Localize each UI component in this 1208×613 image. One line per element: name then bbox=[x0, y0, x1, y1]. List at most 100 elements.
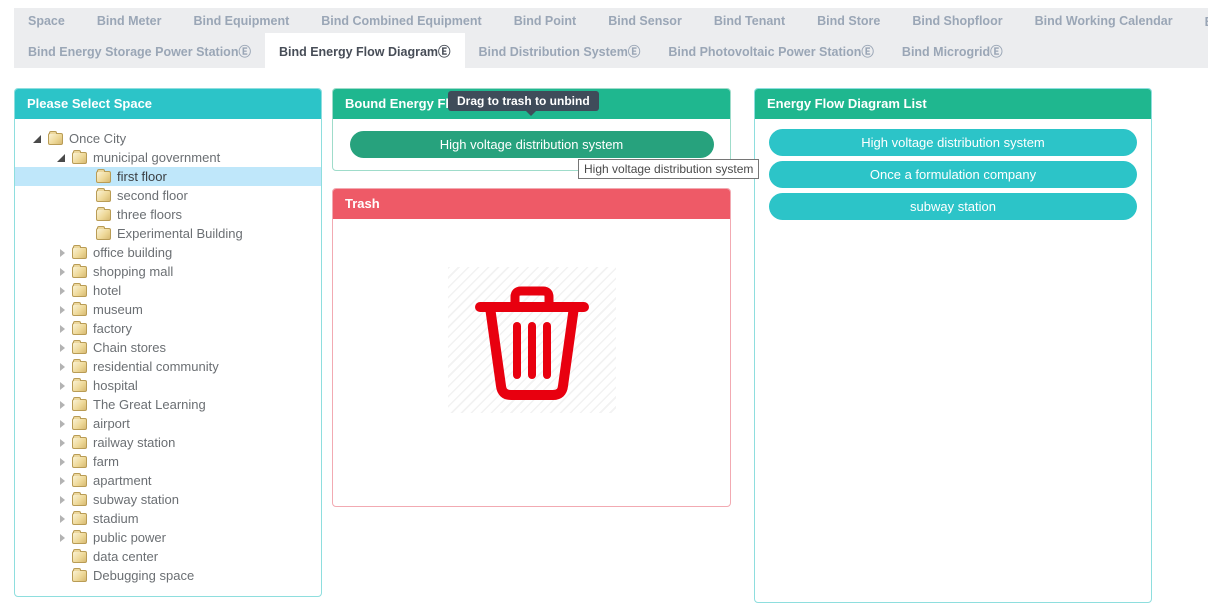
tree-toggle[interactable] bbox=[55, 287, 69, 295]
tab-bind-energy-flow-diagram[interactable]: Bind Energy Flow DiagramⒺ bbox=[265, 33, 465, 68]
tab-bind-microgrid[interactable]: Bind MicrogridⒺ bbox=[888, 33, 1017, 68]
tree-item-office-building[interactable]: office building bbox=[15, 243, 321, 262]
folder-icon bbox=[72, 475, 87, 487]
tab-bind-sensor[interactable]: Bind Sensor bbox=[598, 8, 692, 33]
tab-bind-tenant[interactable]: Bind Tenant bbox=[704, 8, 795, 33]
tree-toggle[interactable] bbox=[55, 154, 69, 162]
folder-icon bbox=[72, 456, 87, 468]
tree-item-once-city[interactable]: Once City bbox=[15, 129, 321, 148]
tree-item-apartment[interactable]: apartment bbox=[15, 471, 321, 490]
tree-item-shopping-mall[interactable]: shopping mall bbox=[15, 262, 321, 281]
tab-bind-shopfloor[interactable]: Bind Shopfloor bbox=[902, 8, 1012, 33]
tab-bar: Space Bind Meter Bind Equipment Bind Combin… bbox=[14, 8, 1208, 68]
tree-item-label: shopping mall bbox=[93, 264, 173, 279]
tree-item-chain-stores[interactable]: Chain stores bbox=[15, 338, 321, 357]
tab-bind-equipment[interactable]: Bind Equipment bbox=[183, 8, 299, 33]
tree-item-label: office building bbox=[93, 245, 172, 260]
space-panel: Please Select Space Once Citymunicipal g… bbox=[14, 88, 322, 597]
tree-item-label: The Great Learning bbox=[93, 397, 206, 412]
folder-icon bbox=[72, 152, 87, 164]
diagram-subway-station[interactable]: subway station bbox=[769, 193, 1137, 220]
chevron-collapsed-icon bbox=[60, 401, 65, 409]
chevron-collapsed-icon bbox=[60, 325, 65, 333]
middle-column: Bound Energy Flow Diagram High voltage d… bbox=[332, 88, 731, 508]
folder-icon bbox=[72, 285, 87, 297]
tree-toggle[interactable] bbox=[55, 249, 69, 257]
tree-item-first-floor[interactable]: first floor bbox=[15, 167, 321, 186]
tree-item-subway-station[interactable]: subway station bbox=[15, 490, 321, 509]
tree-toggle[interactable] bbox=[55, 268, 69, 276]
tree-item-hospital[interactable]: hospital bbox=[15, 376, 321, 395]
tree-item-farm[interactable]: farm bbox=[15, 452, 321, 471]
tree-item-hotel[interactable]: hotel bbox=[15, 281, 321, 300]
folder-icon bbox=[72, 494, 87, 506]
tree-toggle[interactable] bbox=[55, 325, 69, 333]
hover-tooltip: High voltage distribution system bbox=[578, 159, 759, 179]
bound-diagram-high-voltage-distribution-system[interactable]: High voltage distribution system bbox=[350, 131, 714, 158]
tree-item-airport[interactable]: airport bbox=[15, 414, 321, 433]
chevron-collapsed-icon bbox=[60, 249, 65, 257]
tab-bind-working-calendar[interactable]: Bind Working Calendar bbox=[1025, 8, 1183, 33]
tab-bind-energy-storage-power-station[interactable]: Bind Energy Storage Power StationⒺ bbox=[14, 33, 265, 68]
folder-icon bbox=[96, 171, 111, 183]
tab-bind-photovoltaic-power-station[interactable]: Bind Photovoltaic Power StationⒺ bbox=[654, 33, 888, 68]
diagram-once-a-formulation-company[interactable]: Once a formulation company bbox=[769, 161, 1137, 188]
tab-bind-point[interactable]: Bind Point bbox=[504, 8, 587, 33]
tree-toggle[interactable] bbox=[55, 420, 69, 428]
tree-toggle[interactable] bbox=[55, 534, 69, 542]
tree-item-public-power[interactable]: public power bbox=[15, 528, 321, 547]
tree-item-factory[interactable]: factory bbox=[15, 319, 321, 338]
tab-bind-meter[interactable]: Bind Meter bbox=[87, 8, 172, 33]
tree-toggle[interactable] bbox=[55, 458, 69, 466]
tree-toggle[interactable] bbox=[55, 496, 69, 504]
tree-item-label: hospital bbox=[93, 378, 138, 393]
tree-toggle[interactable] bbox=[31, 135, 45, 143]
tree-item-three-floors[interactable]: three floors bbox=[15, 205, 321, 224]
tab-bind-distribution-system[interactable]: Bind Distribution SystemⒺ bbox=[465, 33, 655, 68]
tree-toggle[interactable] bbox=[55, 363, 69, 371]
diagram-high-voltage-distribution-system[interactable]: High voltage distribution system bbox=[769, 129, 1137, 156]
tree-item-label: stadium bbox=[93, 511, 139, 526]
tree-toggle[interactable] bbox=[55, 382, 69, 390]
chevron-collapsed-icon bbox=[60, 515, 65, 523]
tab-bind-combined-equipment[interactable]: Bind Combined Equipment bbox=[311, 8, 491, 33]
tree-item-municipal-government[interactable]: municipal government bbox=[15, 148, 321, 167]
trash-drop-zone[interactable] bbox=[333, 219, 730, 507]
tree-item-label: museum bbox=[93, 302, 143, 317]
tree-toggle[interactable] bbox=[55, 515, 69, 523]
space-panel-title: Please Select Space bbox=[15, 89, 321, 119]
tree-item-label: Chain stores bbox=[93, 340, 166, 355]
tab-space[interactable]: Space bbox=[18, 8, 75, 33]
chevron-collapsed-icon bbox=[60, 534, 65, 542]
trash-icon bbox=[466, 274, 598, 406]
tree-toggle[interactable] bbox=[55, 344, 69, 352]
tree-item-the-great-learning[interactable]: The Great Learning bbox=[15, 395, 321, 414]
tab-bind-store[interactable]: Bind Store bbox=[807, 8, 890, 33]
tree-item-label: hotel bbox=[93, 283, 121, 298]
tree-item-stadium[interactable]: stadium bbox=[15, 509, 321, 528]
tree-item-label: data center bbox=[93, 549, 158, 564]
tree-toggle[interactable] bbox=[55, 306, 69, 314]
chevron-collapsed-icon bbox=[60, 306, 65, 314]
chevron-collapsed-icon bbox=[60, 363, 65, 371]
tree-item-museum[interactable]: museum bbox=[15, 300, 321, 319]
bound-items: High voltage distribution system bbox=[333, 131, 730, 158]
tree-toggle[interactable] bbox=[55, 477, 69, 485]
tree-item-label: public power bbox=[93, 530, 166, 545]
tree-item-debugging-space[interactable]: Debugging space bbox=[15, 566, 321, 585]
tree-item-experimental-building[interactable]: Experimental Building bbox=[15, 224, 321, 243]
tree-item-label: factory bbox=[93, 321, 132, 336]
tree-item-data-center[interactable]: data center bbox=[15, 547, 321, 566]
chevron-collapsed-icon bbox=[60, 268, 65, 276]
tree-toggle[interactable] bbox=[55, 439, 69, 447]
diagram-list-title: Energy Flow Diagram List bbox=[755, 89, 1151, 119]
tree-item-residential-community[interactable]: residential community bbox=[15, 357, 321, 376]
tree-toggle[interactable] bbox=[55, 401, 69, 409]
tree-item-railway-station[interactable]: railway station bbox=[15, 433, 321, 452]
tree-item-second-floor[interactable]: second floor bbox=[15, 186, 321, 205]
trash-icon-backdrop bbox=[448, 267, 616, 413]
tab-bind-command[interactable]: Bind Command Ⓔ bbox=[1195, 8, 1208, 33]
folder-icon bbox=[48, 133, 63, 145]
folder-icon bbox=[72, 513, 87, 525]
chevron-collapsed-icon bbox=[60, 439, 65, 447]
